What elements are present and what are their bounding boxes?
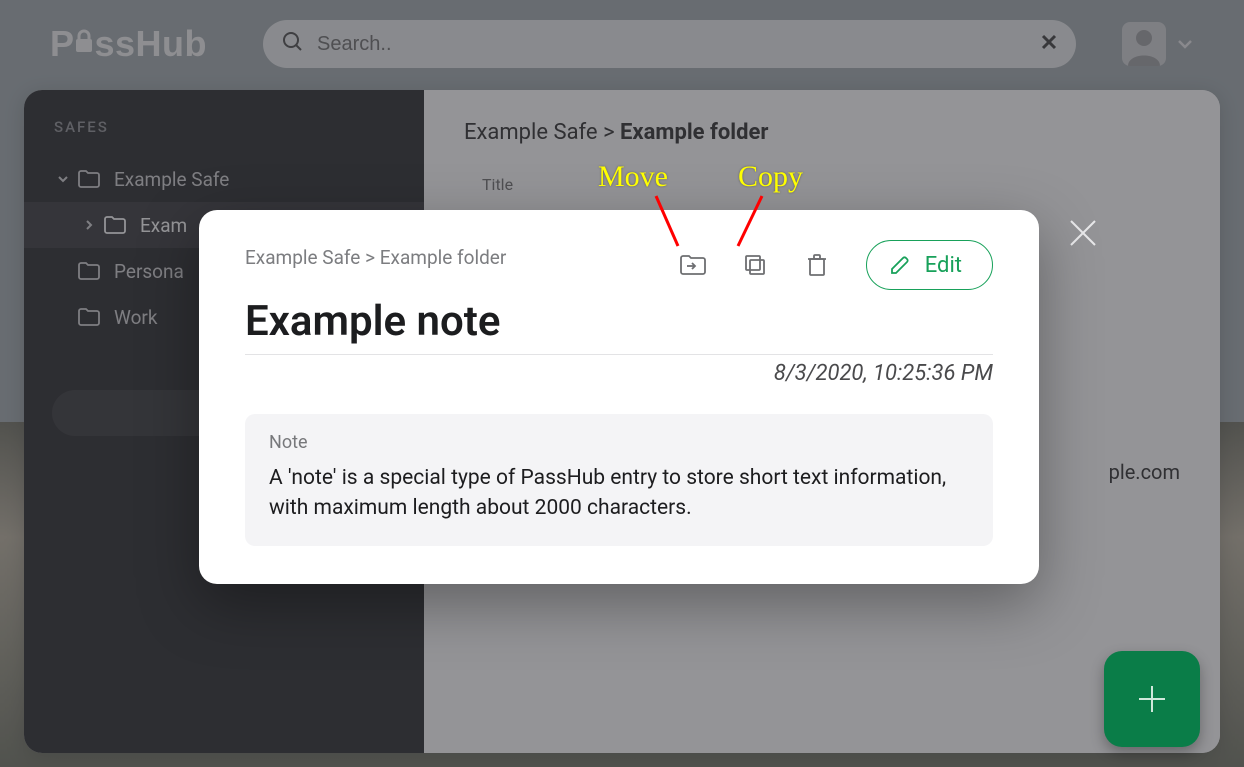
note-title: Example note xyxy=(245,297,993,355)
copy-button[interactable] xyxy=(742,252,768,278)
note-field-label: Note xyxy=(269,432,969,453)
edit-button-label: Edit xyxy=(925,253,962,278)
note-body-text: A 'note' is a special type of PassHub en… xyxy=(269,463,969,524)
modal-toolbar: Edit xyxy=(680,240,993,290)
plus-icon xyxy=(1133,680,1171,718)
add-item-fab[interactable] xyxy=(1104,651,1200,747)
delete-button[interactable] xyxy=(804,252,830,278)
note-detail-modal: Example Safe > Example folder xyxy=(199,210,1039,584)
edit-button[interactable]: Edit xyxy=(866,240,993,290)
move-icon xyxy=(680,254,706,276)
move-button[interactable] xyxy=(680,252,706,278)
note-timestamp: 8/3/2020, 10:25:36 PM xyxy=(245,361,993,386)
copy-icon xyxy=(743,253,767,277)
trash-icon xyxy=(806,253,828,277)
modal-close-button[interactable] xyxy=(1065,215,1101,255)
pencil-icon xyxy=(889,254,911,276)
note-content-box: Note A 'note' is a special type of PassH… xyxy=(245,414,993,546)
